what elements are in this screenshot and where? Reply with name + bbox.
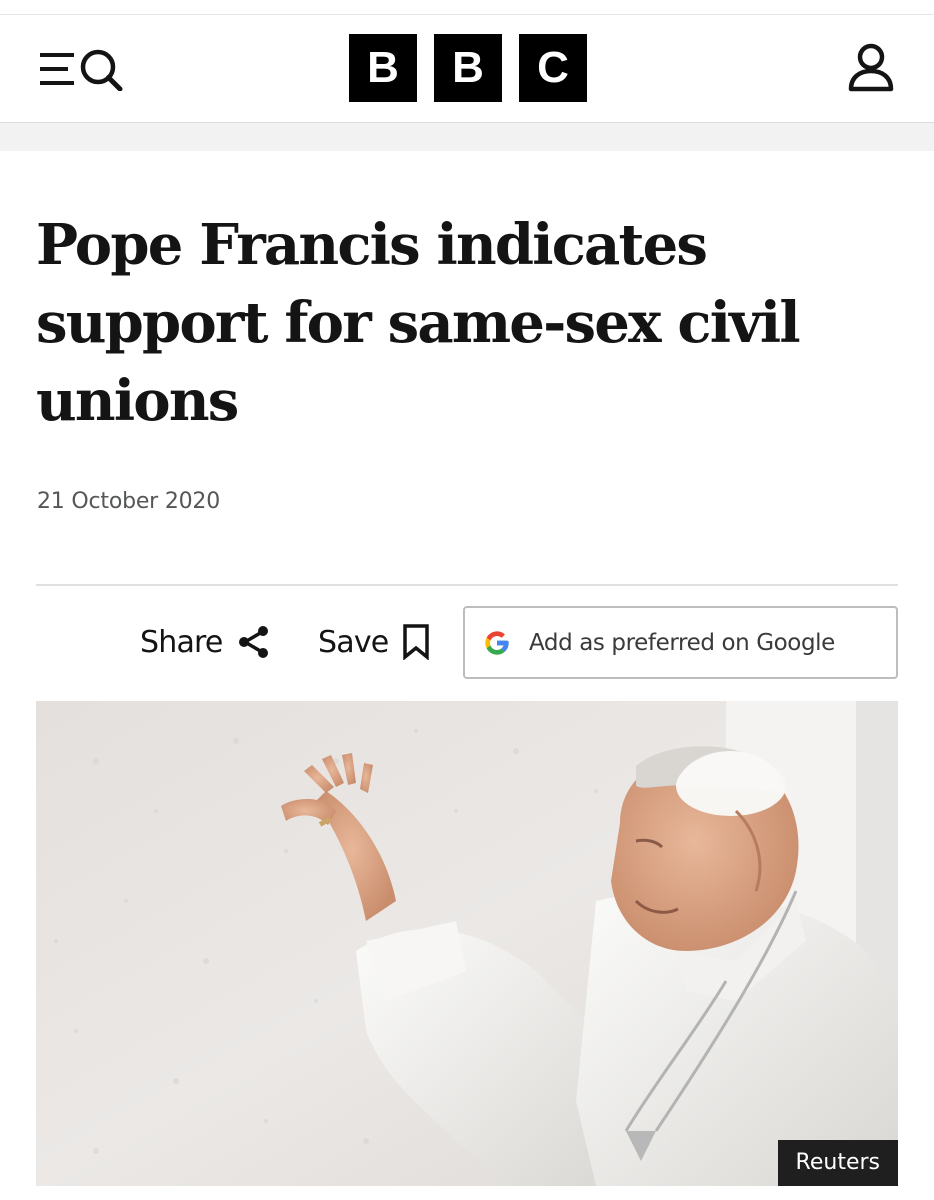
share-label: Share [140, 624, 223, 660]
google-g-icon [485, 630, 509, 655]
photo-credit: Reuters [777, 1140, 898, 1186]
bbc-logo[interactable]: B B C [349, 34, 587, 102]
article-date: 21 October 2020 [37, 489, 221, 514]
site-header: B B C [0, 15, 934, 123]
logo-letter: C [519, 34, 587, 102]
pope-photo [36, 701, 898, 1186]
bookmark-icon [403, 624, 430, 660]
divider [36, 584, 898, 586]
account-button[interactable] [846, 43, 896, 93]
share-icon [238, 626, 268, 658]
search-icon [80, 49, 123, 91]
menu-search-button[interactable] [38, 47, 132, 91]
save-label: Save [318, 624, 389, 660]
save-button[interactable]: Save [318, 618, 430, 666]
top-strip [0, 0, 934, 15]
account-icon [848, 43, 894, 92]
share-button[interactable]: Share [140, 618, 271, 666]
menu-icon [40, 53, 74, 85]
logo-letter: B [349, 34, 417, 102]
article-headline: Pope Francis indicates support for same-… [36, 212, 801, 434]
add-preferred-google-button[interactable]: Add as preferred on Google [463, 606, 898, 679]
article-photo: Reuters [36, 701, 898, 1186]
header-band [0, 123, 934, 151]
logo-letter: B [434, 34, 502, 102]
google-button-label: Add as preferred on Google [529, 629, 835, 656]
